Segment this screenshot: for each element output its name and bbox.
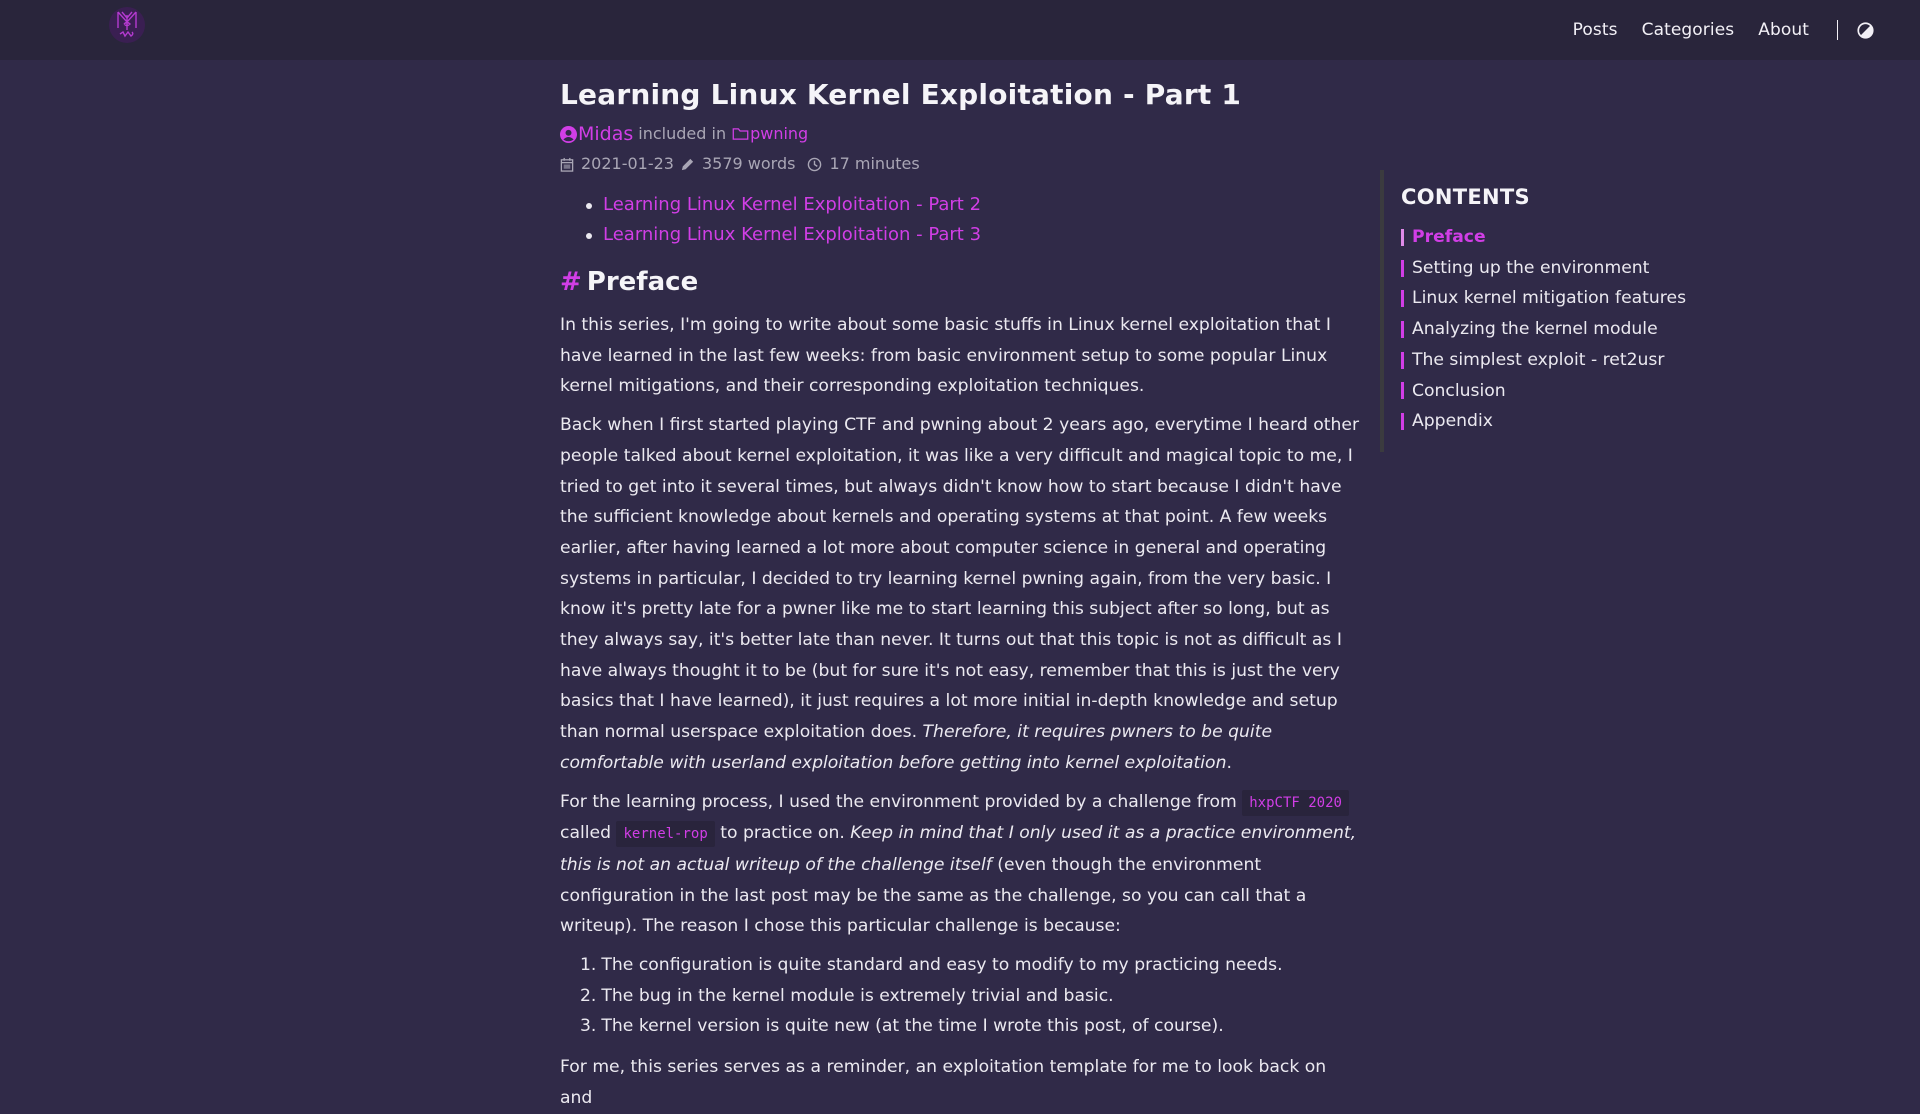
reason-item: 2. The bug in the kernel module is extrem… [580,981,1362,1012]
paragraph-text: . [1226,752,1232,773]
reasons-list: 1. The configuration is quite standard an… [560,950,1362,1042]
category-name: pwning [750,124,809,143]
nav-posts[interactable]: Posts [1573,20,1618,40]
series-item: Learning Linux Kernel Exploitation - Par… [586,190,1362,220]
toc-item-analyzing[interactable]: Analyzing the kernel module [1401,314,1720,345]
toc-bar [1401,228,1404,246]
folder-icon [732,128,749,140]
list-number: 3. [580,1016,597,1037]
toc-item-ret2usr[interactable]: The simplest exploit - ret2usr [1401,345,1720,376]
nav-about[interactable]: About [1758,20,1809,40]
section-title: Preface [586,267,699,297]
post-article: Learning Linux Kernel Exploitation - Par… [560,60,1362,1114]
paragraph-text: to practice on. [714,823,851,844]
paragraph-purpose: For me, this series serves as a reminder… [560,1057,1327,1108]
toc-item-appendix[interactable]: Appendix [1401,406,1720,437]
list-number: 1. [580,955,597,976]
word-count: 3579 words [701,154,796,173]
heading-anchor[interactable]: # [560,264,582,300]
series-item: Learning Linux Kernel Exploitation - Par… [586,220,1362,250]
main-nav: Posts Categories About [1573,0,1920,60]
theme-toggle-button[interactable] [1856,21,1874,39]
toc-bar [1401,259,1404,277]
site-header: Posts Categories About [0,0,1920,60]
series-links: Learning Linux Kernel Exploitation - Par… [560,190,1362,250]
author-name: Midas [578,123,634,145]
toc-label: Conclusion [1412,380,1506,401]
reason-text: The configuration is quite standard and … [601,955,1283,976]
toc-bar [1401,320,1404,338]
logo-icon [117,11,137,38]
toc-list: Preface Setting up the environment Linux… [1401,222,1720,437]
toc-item-setup[interactable]: Setting up the environment [1401,253,1720,284]
toc-bar [1401,382,1404,400]
clock-icon [808,157,822,171]
post-title: Learning Linux Kernel Exploitation - Par… [560,78,1242,111]
toc-label: The simplest exploit - ret2usr [1412,349,1665,370]
toc-bar [1401,351,1404,369]
paragraph-intro: In this series, I'm going to write about… [560,315,1331,397]
table-of-contents: CONTENTS Preface Setting up the environm… [1380,170,1720,452]
post-meta-author: Midas included in pwning [560,122,1362,146]
contrast-icon [1856,21,1874,39]
section-heading-preface: # Preface [560,264,1362,300]
series-link-part-3[interactable]: Learning Linux Kernel Exploitation - Par… [603,224,981,245]
toc-label: Appendix [1412,411,1493,432]
nav-divider [1837,20,1838,40]
toc-item-preface[interactable]: Preface [1401,222,1720,253]
toc-item-mitigations[interactable]: Linux kernel mitigation features [1401,283,1720,314]
paragraph-text: Back when I first started playing CTF an… [560,415,1360,743]
reason-item: 1. The configuration is quite standard an… [580,950,1362,981]
author-link[interactable]: Midas [560,122,633,146]
reason-text: The bug in the kernel module is extremel… [601,985,1114,1006]
reason-item: 3. The kernel version is quite new (at th… [580,1011,1362,1042]
toc-item-conclusion[interactable]: Conclusion [1401,376,1720,407]
category-link[interactable]: pwning [732,122,808,146]
included-in-label: included in [638,124,727,143]
toc-label: Setting up the environment [1412,257,1650,278]
paragraph-environment: For the learning process, I used the env… [560,787,1362,943]
calendar-icon [560,157,574,172]
toc-label: Linux kernel mitigation features [1412,288,1687,309]
paragraph-text: called [560,823,617,844]
toc-title: CONTENTS [1401,185,1530,209]
toc-bar [1401,413,1404,431]
list-number: 2. [580,985,597,1006]
site-logo[interactable] [109,7,145,43]
series-link-part-2[interactable]: Learning Linux Kernel Exploitation - Par… [603,194,981,215]
toc-label: Preface [1412,227,1486,247]
post-date: 2021-01-23 [581,154,674,173]
inline-code-kernel-rop: kernel-rop [616,821,715,848]
post-meta-stats: 2021-01-23 3579 words 17 minutes [560,152,1362,176]
paragraph-text: For the learning process, I used the env… [560,791,1243,812]
inline-code-hxpctf: hxpCTF 2020 [1242,789,1349,816]
user-circle-icon [560,125,577,143]
reading-time: 17 minutes [829,154,920,173]
toc-bar [1401,290,1404,308]
toc-label: Analyzing the kernel module [1412,319,1658,340]
nav-categories[interactable]: Categories [1642,20,1735,40]
paragraph-background: Back when I first started playing CTF an… [560,410,1362,778]
pencil-icon [681,158,694,170]
reason-text: The kernel version is quite new (at the … [601,1016,1224,1037]
